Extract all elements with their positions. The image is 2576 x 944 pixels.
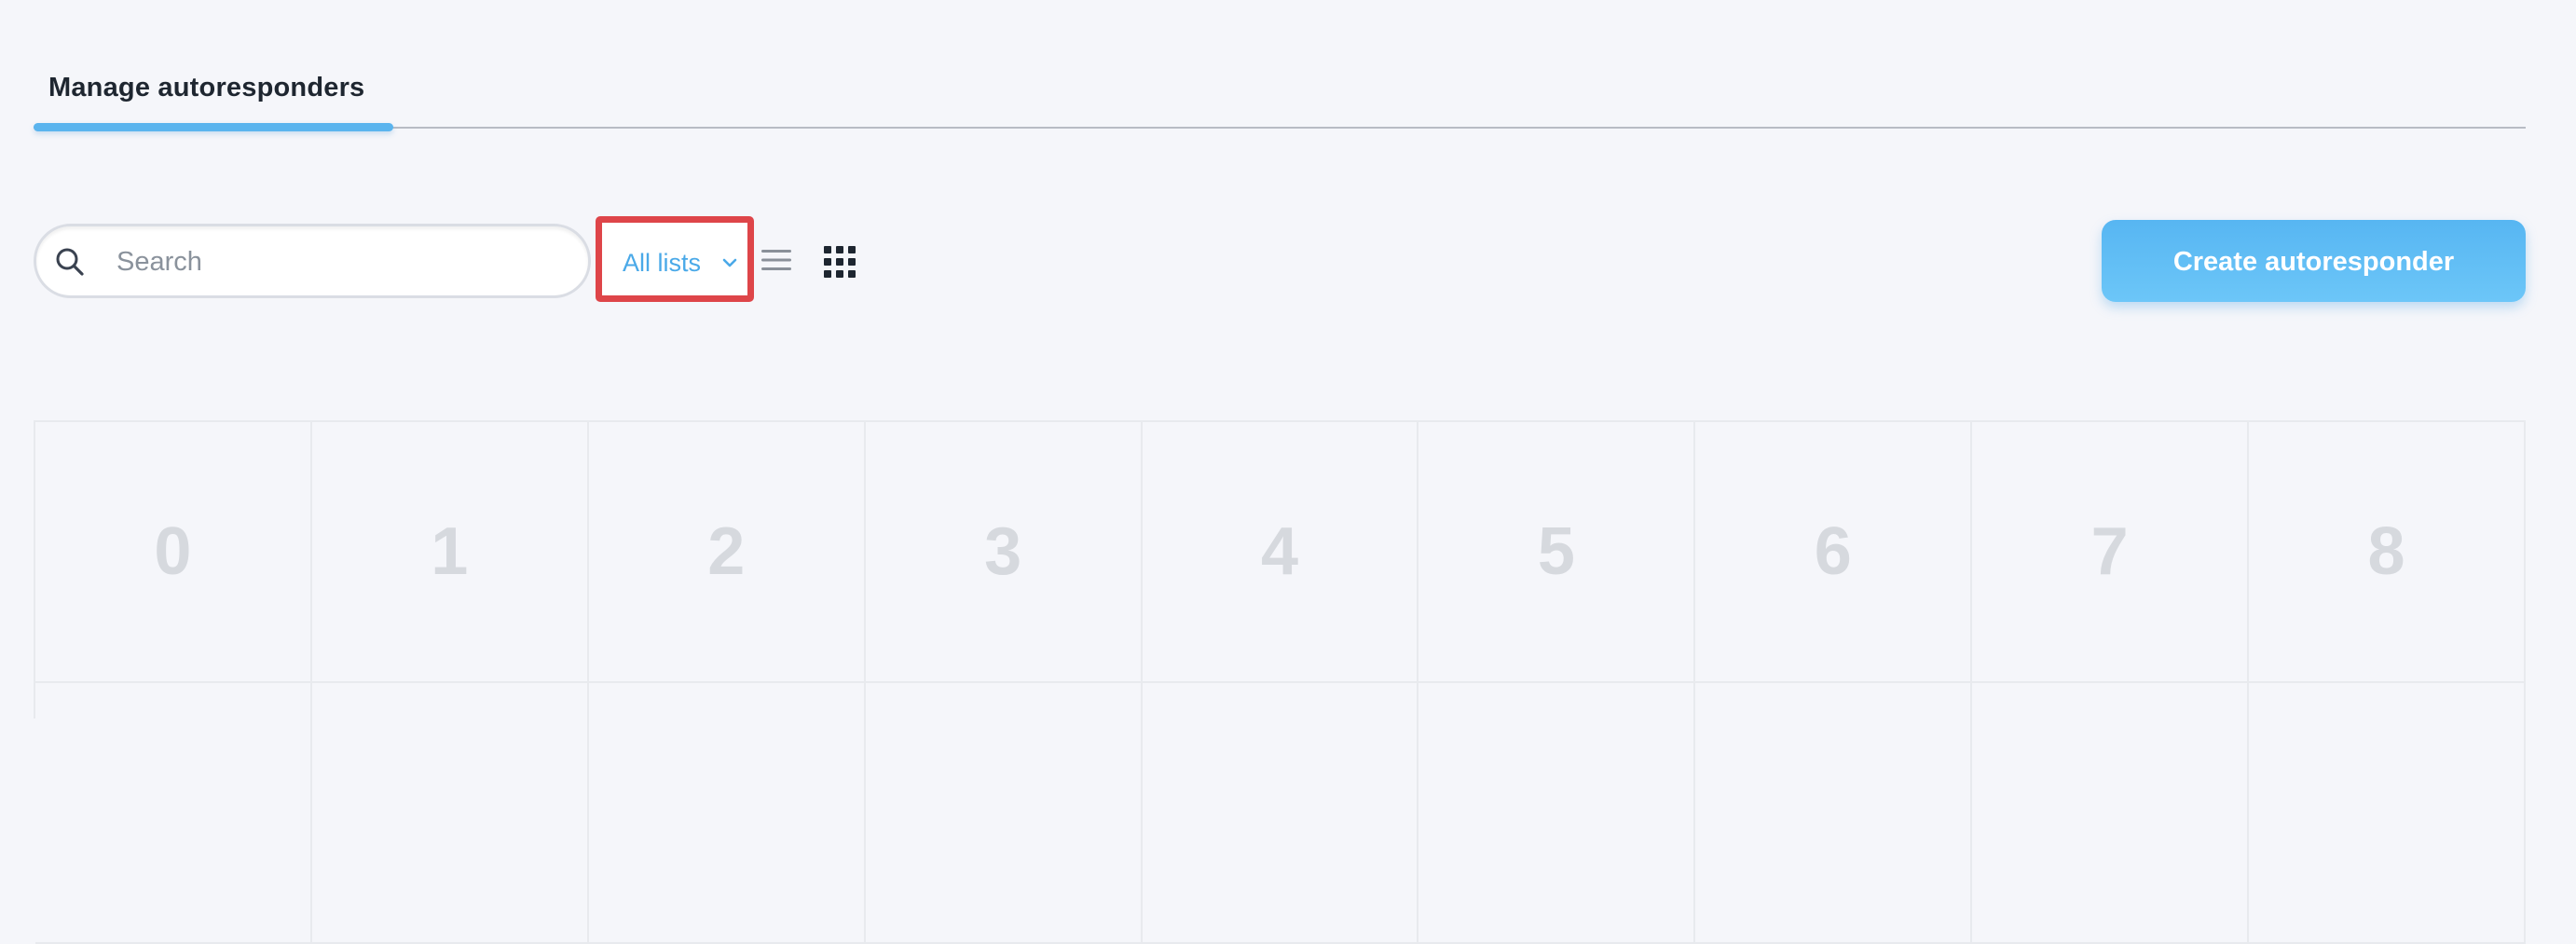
autoresponder-grid: 0 1 2 3 4 5 6 7 8 bbox=[34, 420, 2526, 944]
grid-cell-8: 8 bbox=[2249, 422, 2526, 683]
grid-cell-empty bbox=[35, 683, 312, 944]
grid-view-icon[interactable] bbox=[824, 246, 856, 278]
grid-cell-empty bbox=[311, 683, 589, 944]
grid-cell-empty bbox=[1142, 683, 1419, 944]
grid-cell-1: 1 bbox=[311, 422, 589, 683]
grid-cell-2: 2 bbox=[588, 422, 866, 683]
grid-cell-6: 6 bbox=[1695, 422, 1973, 683]
grid-cell-empty bbox=[1972, 683, 2250, 944]
active-tab-indicator bbox=[34, 123, 393, 131]
grid-cell-7: 7 bbox=[1972, 422, 2250, 683]
search-input[interactable] bbox=[115, 238, 566, 286]
tab-manage-autoresponders[interactable]: Manage autoresponders bbox=[48, 73, 364, 103]
tab-bar-divider bbox=[34, 127, 2526, 129]
grid-cell-empty bbox=[1418, 683, 1696, 944]
search-icon bbox=[56, 248, 84, 276]
search-box[interactable] bbox=[34, 224, 591, 298]
grid-cell-empty bbox=[2249, 683, 2526, 944]
create-autoresponder-button[interactable]: Create autoresponder bbox=[2102, 220, 2526, 302]
list-filter-dropdown[interactable]: All lists bbox=[596, 216, 754, 302]
grid-cell-5: 5 bbox=[1418, 422, 1696, 683]
grid-cell-empty bbox=[865, 683, 1143, 944]
chevron-down-icon bbox=[722, 258, 737, 267]
grid-cell-4: 4 bbox=[1142, 422, 1419, 683]
grid-cell-3: 3 bbox=[865, 422, 1143, 683]
list-view-icon[interactable] bbox=[761, 249, 791, 271]
grid-cell-empty bbox=[1695, 683, 1973, 944]
grid-cell-0: 0 bbox=[35, 422, 312, 683]
list-filter-label: All lists bbox=[623, 249, 702, 277]
grid-cell-empty bbox=[588, 683, 866, 944]
